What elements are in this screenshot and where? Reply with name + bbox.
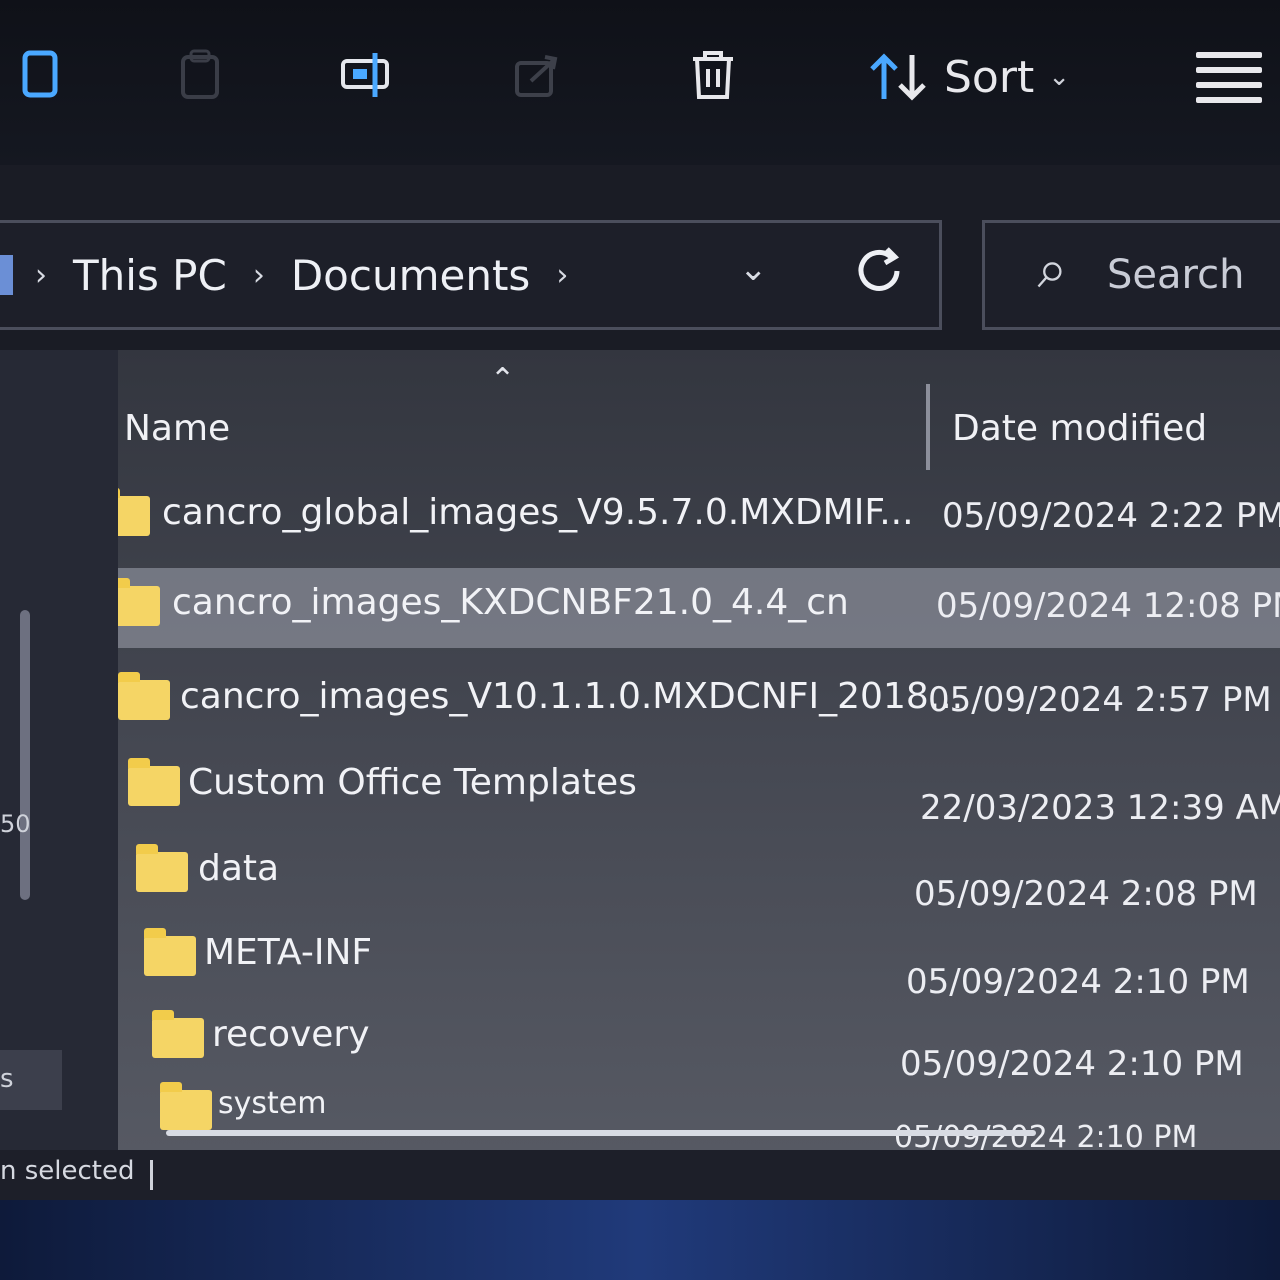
file-row[interactable]: data 05/09/2024 2:08 PM: [118, 834, 1280, 914]
file-name: recovery: [212, 1014, 370, 1055]
file-name: Custom Office Templates: [188, 762, 637, 803]
selection-status: n selected: [0, 1156, 135, 1186]
chevron-down-icon: ⌄: [1048, 62, 1070, 92]
search-icon: [1037, 262, 1062, 288]
navigation-pane-item-label: s: [0, 1064, 14, 1094]
navigation-pane-item[interactable]: s: [0, 1050, 62, 1110]
breadcrumb-separator-icon: ›: [252, 257, 265, 293]
sort-button[interactable]: Sort ⌄: [868, 42, 1070, 112]
folder-icon: [144, 928, 196, 976]
rename-icon[interactable]: [332, 40, 402, 110]
file-date: 05/09/2024 2:08 PM: [914, 874, 1258, 914]
desktop-background: [0, 1200, 1280, 1280]
command-bar: Sort ⌄: [0, 0, 1280, 167]
file-name: cancro_global_images_V9.5.7.0.MXDMIF...: [162, 492, 914, 533]
file-name: data: [198, 848, 280, 889]
folder-icon: [118, 488, 150, 536]
folder-icon: [118, 672, 170, 720]
pc-icon: [0, 255, 13, 295]
file-date: 05/09/2024 2:22 PM: [942, 496, 1280, 536]
horizontal-scrollbar[interactable]: [166, 1130, 1036, 1136]
file-name: cancro_images_V10.1.1.0.MXDCNFI_2018...: [180, 676, 964, 717]
folder-icon: [152, 1010, 204, 1058]
breadcrumb-separator-icon[interactable]: ›: [556, 258, 568, 293]
file-name: cancro_images_KXDCNBF21.0_4.4_cn: [172, 582, 849, 623]
breadcrumb-documents[interactable]: Documents: [291, 251, 530, 300]
file-row[interactable]: recovery 05/09/2024 2:10 PM: [118, 1000, 1280, 1084]
file-list: ⌃ Name Date modified cancro_global_image…: [118, 350, 1280, 1150]
file-date: 05/09/2024 2:10 PM: [906, 962, 1250, 1002]
breadcrumb-separator-icon: ›: [35, 257, 47, 293]
file-date: 05/09/2024 2:10 PM: [900, 1044, 1244, 1084]
navigation-pane: s 50: [0, 350, 118, 1150]
file-row[interactable]: cancro_images_V10.1.1.0.MXDCNFI_2018... …: [118, 662, 1280, 742]
search-box[interactable]: [982, 220, 1280, 330]
folder-icon: [136, 844, 188, 892]
sort-arrows-icon: [870, 53, 926, 101]
view-menu-icon[interactable]: [1196, 52, 1262, 112]
breadcrumb-this-pc[interactable]: This PC: [73, 251, 227, 300]
file-row[interactable]: cancro_global_images_V9.5.7.0.MXDMIF... …: [118, 478, 1280, 558]
folder-icon: [160, 1082, 212, 1130]
file-row[interactable]: Custom Office Templates 22/03/2023 12:39…: [118, 748, 1280, 828]
file-name: META-INF: [204, 932, 373, 973]
status-bar: n selected: [0, 1150, 1280, 1200]
file-row[interactable]: cancro_images_KXDCNBF21.0_4.4_cn 05/09/2…: [118, 568, 1280, 648]
file-row[interactable]: META-INF 05/09/2024 2:10 PM: [118, 918, 1280, 1002]
column-resize-handle[interactable]: [926, 384, 930, 470]
file-date: 05/09/2024 2:57 PM: [928, 680, 1272, 720]
status-divider: [150, 1160, 153, 1190]
refresh-icon[interactable]: [851, 243, 907, 303]
column-header-date-modified[interactable]: Date modified: [952, 388, 1207, 468]
navigation-bar: › This PC › Documents › ⌄: [0, 165, 1280, 350]
paste-icon[interactable]: [166, 40, 236, 110]
address-history-chevron-icon[interactable]: ⌄: [739, 249, 768, 289]
address-bar[interactable]: › This PC › Documents › ⌄: [0, 220, 942, 330]
share-icon[interactable]: [502, 40, 572, 110]
copy-icon[interactable]: [6, 40, 76, 110]
file-date: 22/03/2023 12:39 AM: [920, 788, 1280, 828]
file-date: 05/09/2024 12:08 PM: [936, 586, 1280, 626]
column-header-date-label: Date modified: [952, 407, 1208, 449]
delete-icon[interactable]: [678, 40, 748, 110]
column-header-name[interactable]: Name: [124, 388, 230, 468]
column-header-name-label: Name: [124, 407, 231, 449]
navigation-pane-fragment: 50: [0, 810, 31, 838]
file-row[interactable]: system 05/09/2024 2:10 PM: [118, 1080, 1280, 1150]
sort-ascending-icon: ⌃: [490, 362, 516, 397]
folder-icon: [118, 578, 160, 626]
search-input[interactable]: [1105, 251, 1280, 299]
folder-icon: [128, 758, 180, 806]
navigation-pane-scrollbar[interactable]: [20, 610, 30, 900]
file-name: system: [218, 1086, 327, 1121]
sort-label: Sort: [944, 51, 1035, 103]
